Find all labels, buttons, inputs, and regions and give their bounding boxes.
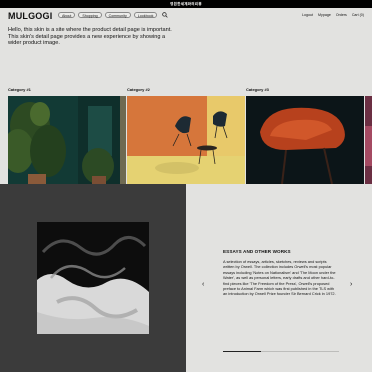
category-3-label[interactable]: Category #3 — [246, 87, 269, 92]
category-1-label[interactable]: Category #1 — [8, 87, 31, 92]
category-2-image[interactable] — [127, 96, 245, 184]
mypage-link[interactable]: Mypage — [318, 13, 331, 17]
site-logo[interactable]: MULGOGI — [8, 11, 52, 21]
feature-description: A selection of essays, articles, sketche… — [223, 259, 336, 297]
orders-link[interactable]: Orders — [336, 13, 347, 17]
slider-progress-bar[interactable] — [223, 350, 339, 353]
cart-link[interactable]: Cart (0) — [352, 13, 364, 17]
next-arrow-icon[interactable]: › — [350, 281, 352, 288]
nav-about[interactable]: About — [58, 12, 76, 18]
logout-link[interactable]: Logout — [302, 13, 313, 17]
prev-arrow-icon[interactable]: ‹ — [202, 281, 204, 288]
category-2-label[interactable]: Category #2 — [127, 87, 150, 92]
announcement-text: 영원한세계와의리뷰 — [170, 2, 202, 6]
intro-text: Hello, this skin is a site where the pro… — [8, 27, 172, 47]
nav-shopping[interactable]: Shopping — [78, 12, 102, 18]
account-nav: Logout Mypage Orders Cart (0) — [302, 13, 364, 17]
slider-progress-fill — [223, 350, 262, 353]
search-icon[interactable] — [162, 12, 169, 18]
top-announcement-bar: 영원한세계와의리뷰 — [0, 0, 372, 8]
category-4-image-partial[interactable] — [365, 96, 372, 184]
main-nav: About Shopping Community Lookbook — [58, 12, 169, 18]
category-3-image[interactable] — [246, 96, 364, 184]
nav-lookbook[interactable]: Lookbook — [133, 12, 158, 18]
feature-image-smoke — [37, 222, 149, 334]
feature-title: ESSAYS AND OTHER WORKS — [223, 249, 291, 254]
nav-community[interactable]: Community — [104, 12, 131, 18]
category-1-image[interactable] — [8, 96, 126, 184]
site-header: MULGOGI About Shopping Community Lookboo… — [0, 8, 372, 24]
